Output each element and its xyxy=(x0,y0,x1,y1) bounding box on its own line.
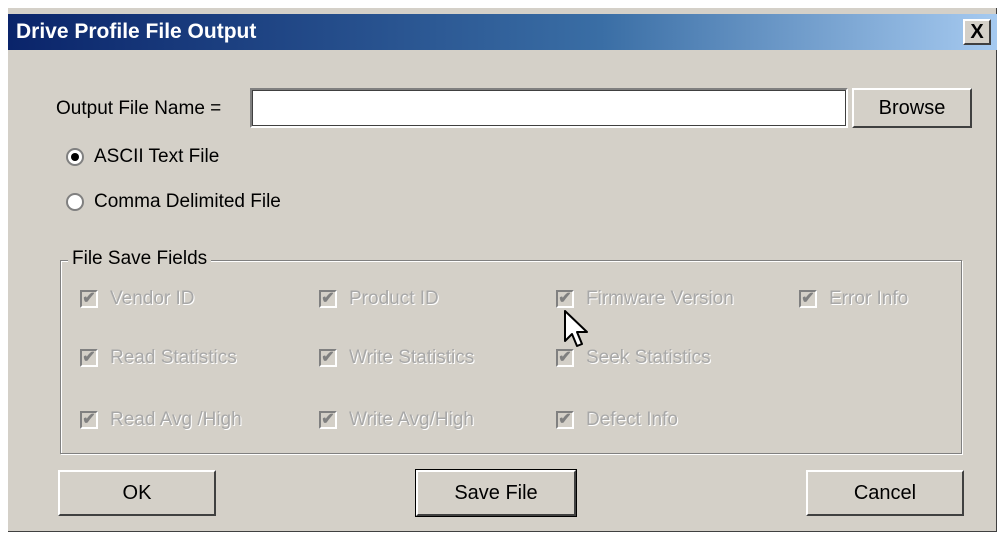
checkmark-icon[interactable]: ✔ xyxy=(556,411,574,429)
checkbox-read-avg-high[interactable]: ✔ Read Avg /High xyxy=(80,409,242,431)
ok-button-label: OK xyxy=(122,481,152,504)
radio-label-comma: Comma Delimited File xyxy=(94,191,281,212)
cancel-button[interactable]: Cancel xyxy=(806,470,964,516)
checkbox-label: Error Info xyxy=(829,288,909,309)
checkbox-error-info[interactable]: ✔ Error Info xyxy=(799,288,908,310)
checkmark-icon[interactable]: ✔ xyxy=(319,349,337,367)
checkbox-label: Seek Statistics xyxy=(586,347,711,368)
mouse-pointer-icon xyxy=(564,310,588,347)
checkbox-label: Defect Info xyxy=(586,409,678,430)
checkmark-icon[interactable]: ✔ xyxy=(799,290,817,308)
close-icon: X xyxy=(970,21,984,43)
group-title: File Save Fields xyxy=(68,248,212,270)
checkbox-label: Firmware Version xyxy=(586,288,734,309)
title-bar[interactable]: Drive Profile File Output X xyxy=(8,14,997,50)
checkbox-write-avg-high[interactable]: ✔ Write Avg/High xyxy=(319,409,474,431)
checkbox-read-statistics[interactable]: ✔ Read Statistics xyxy=(80,347,237,369)
checkbox-label: Read Avg /High xyxy=(110,409,242,430)
checkbox-defect-info[interactable]: ✔ Defect Info xyxy=(556,409,678,431)
checkbox-label: Vendor ID xyxy=(110,288,195,309)
checkbox-label: Product ID xyxy=(349,288,439,309)
checkbox-label: Read Statistics xyxy=(110,347,237,368)
radio-ascii-text-file[interactable]: ASCII Text File xyxy=(66,146,219,168)
checkmark-icon[interactable]: ✔ xyxy=(80,349,98,367)
checkbox-firmware-version[interactable]: ✔ Firmware Version xyxy=(556,288,734,310)
checkbox-product-id[interactable]: ✔ Product ID xyxy=(319,288,439,310)
save-file-button[interactable]: Save File xyxy=(415,469,577,517)
checkbox-seek-statistics[interactable]: ✔ Seek Statistics xyxy=(556,347,711,369)
checkbox-label: Write Statistics xyxy=(349,347,475,368)
output-file-name-label: Output File Name = xyxy=(56,98,222,119)
radio-comma-delimited-file[interactable]: Comma Delimited File xyxy=(66,191,281,213)
dialog-window: Drive Profile File Output X Output File … xyxy=(8,8,997,532)
ok-button[interactable]: OK xyxy=(58,470,216,516)
browse-button-label: Browse xyxy=(878,96,946,119)
window-title: Drive Profile File Output xyxy=(16,20,257,43)
checkmark-icon[interactable]: ✔ xyxy=(80,290,98,308)
cancel-button-label: Cancel xyxy=(853,481,917,504)
browse-button[interactable]: Browse xyxy=(852,88,972,128)
checkmark-icon[interactable]: ✔ xyxy=(80,411,98,429)
output-file-name-input[interactable] xyxy=(250,88,848,128)
checkmark-icon[interactable]: ✔ xyxy=(319,411,337,429)
checkmark-icon[interactable]: ✔ xyxy=(319,290,337,308)
save-file-button-label: Save File xyxy=(454,481,538,504)
radio-label-ascii: ASCII Text File xyxy=(94,146,220,167)
radio-button-selected[interactable] xyxy=(66,148,84,166)
checkbox-write-statistics[interactable]: ✔ Write Statistics xyxy=(319,347,474,369)
checkbox-vendor-id[interactable]: ✔ Vendor ID xyxy=(80,288,195,310)
radio-button-unselected[interactable] xyxy=(66,193,84,211)
close-button[interactable]: X xyxy=(963,19,991,45)
checkbox-label: Write Avg/High xyxy=(349,409,474,430)
checkmark-icon[interactable]: ✔ xyxy=(556,349,574,367)
checkmark-icon[interactable]: ✔ xyxy=(556,290,574,308)
